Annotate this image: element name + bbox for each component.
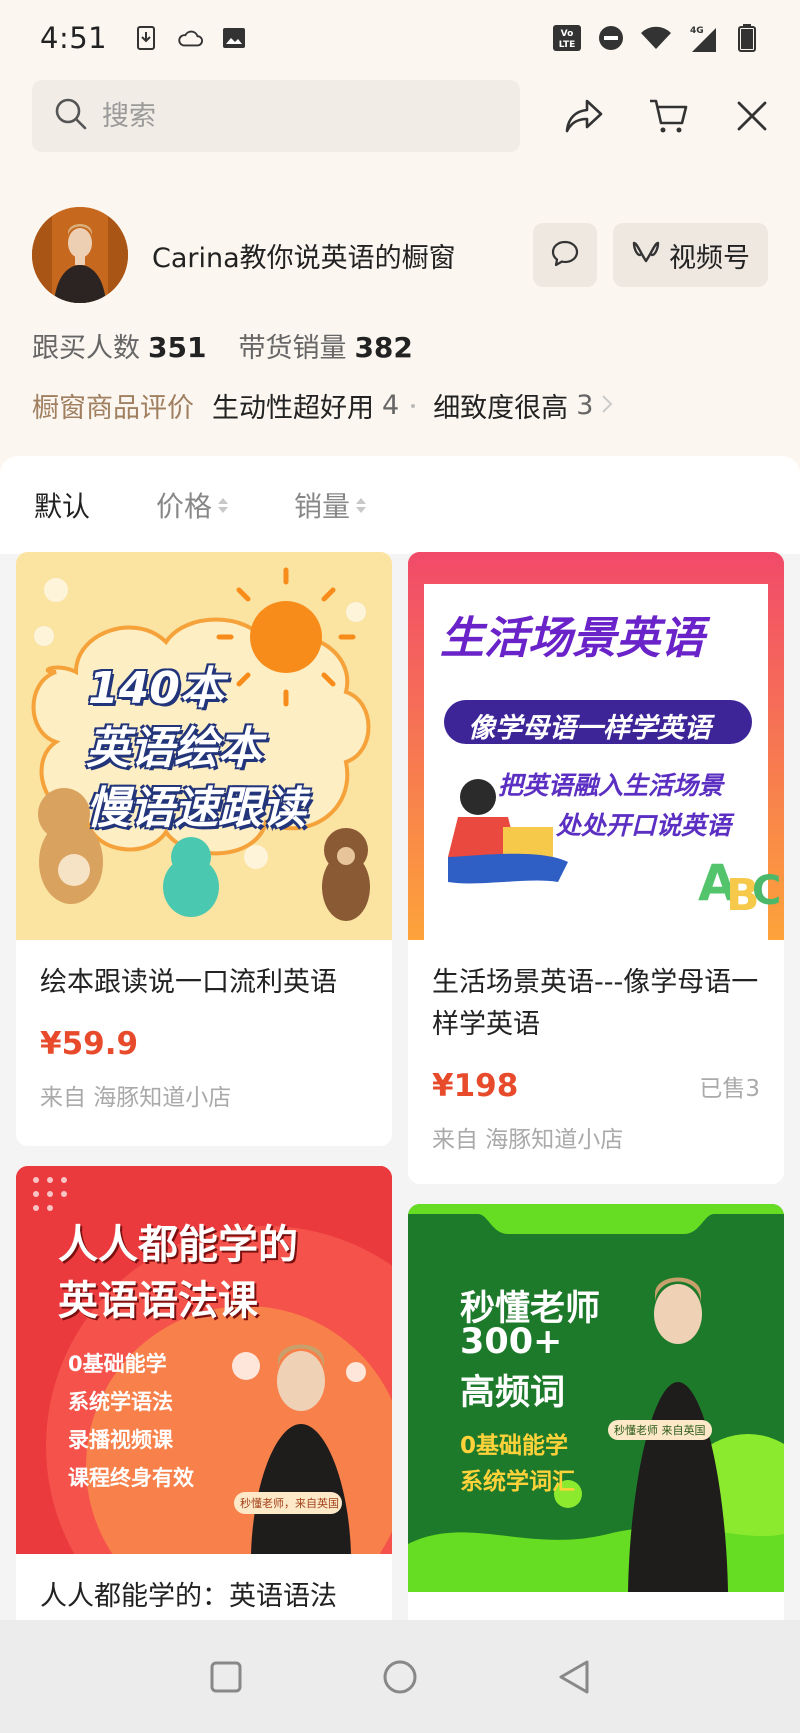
video-channel-button[interactable]: 视频号: [613, 223, 768, 287]
separator-dot: [411, 403, 416, 408]
art-bullet: 课程终身有效: [68, 1466, 194, 1490]
search-header: [32, 80, 772, 152]
chevron-right-icon: [601, 390, 613, 421]
product-title: 生活场景英语---像学母语一样学英语: [432, 967, 759, 1040]
do-not-disturb-icon: [598, 25, 624, 51]
review-tag-count: 4: [382, 390, 400, 421]
battery-icon: [734, 24, 760, 52]
search-icon: [54, 97, 88, 135]
product-card[interactable]: A B C 生活场景英语 像学母语一样学英语 把英语融入生活场景 处处开口说英语…: [408, 552, 784, 1184]
image-icon: [221, 25, 247, 51]
review-tag-label: 细致度很高: [433, 393, 569, 424]
shop-name: Carina教你说英语的橱窗: [152, 242, 456, 274]
home-circle-icon[interactable]: [380, 1657, 420, 1697]
art-bullet: 系统学语法: [68, 1390, 173, 1414]
review-tag-label: 生动性超好用: [212, 393, 374, 424]
sort-arrows-icon: [356, 497, 367, 513]
recents-square-icon[interactable]: [206, 1657, 246, 1697]
chat-bubble-icon: [550, 239, 580, 271]
art-bullet: 0基础能学: [68, 1352, 167, 1376]
sort-price-tab[interactable]: 价格: [156, 485, 229, 525]
art-sub: 把英语融入生活场景: [498, 771, 724, 800]
product-card[interactable]: 140本 英语绘本 慢语速跟读 绘本跟读说一口流利英语 ¥59.9 来自 海豚知…: [16, 552, 392, 1146]
review-tag-count: 3: [576, 390, 594, 421]
avatar[interactable]: [32, 207, 128, 303]
svg-text:4G: 4G: [690, 26, 704, 36]
art-bullet: 0基础能学: [460, 1433, 569, 1459]
art-sub: 处处开口说英语: [556, 811, 732, 840]
product-image: 人人都能学的 英语语法课 0基础能学 系统学语法 录播视频课 课程终身有效 秒懂…: [16, 1166, 392, 1554]
art-headline: 生活场景英语: [440, 613, 704, 664]
sort-default-label: 默认: [34, 490, 91, 523]
system-nav-bar: [0, 1620, 800, 1733]
sort-bar: 默认 价格 销量: [0, 456, 800, 554]
close-icon[interactable]: [732, 96, 772, 136]
back-triangle-icon[interactable]: [554, 1657, 594, 1697]
signal-4g-icon: 4G: [688, 25, 718, 52]
review-title: 橱窗商品评价: [32, 393, 194, 424]
art-bullet: 录播视频课: [68, 1428, 173, 1452]
product-sold-count: 已售3: [699, 1076, 760, 1102]
search-box[interactable]: [32, 80, 520, 152]
product-title: 人人都能学的：英语语法: [40, 1581, 337, 1612]
art-line: 高频词: [460, 1373, 566, 1413]
art-line: 人人都能学的: [58, 1222, 298, 1268]
download-notification-icon: [133, 25, 159, 51]
video-channel-icon: [631, 240, 661, 271]
art-line: 英语绘本: [86, 723, 262, 774]
product-shop: 来自 海豚知道小店: [40, 1085, 232, 1111]
message-button[interactable]: [533, 223, 597, 287]
product-price: ¥198: [432, 1068, 519, 1104]
art-tag: 秒懂老师 来自英国: [614, 1424, 706, 1437]
art-line: 英语语法课: [58, 1278, 258, 1324]
status-bar: 4:51 Vo LTE 4G: [0, 0, 800, 76]
sort-price-label: 价格: [156, 490, 213, 523]
product-image: 秒懂老师 300+ 高频词 0基础能学 系统学词汇 秒懂老师 来自英国: [408, 1204, 784, 1592]
product-title: 绘本跟读说一口流利英语: [40, 967, 337, 998]
sales-label: 带货销量: [238, 333, 347, 364]
wifi-icon: [640, 25, 672, 51]
product-panel: 默认 价格 销量 140本 英语绘本 慢语速跟读 绘本跟读说一口流利英语 ¥59…: [0, 456, 800, 1733]
sort-sales-label: 销量: [294, 490, 351, 523]
sort-default-tab[interactable]: 默认: [34, 485, 90, 525]
sales-value: 382: [354, 331, 413, 364]
art-bullet: 系统学词汇: [460, 1469, 575, 1495]
search-input[interactable]: [102, 100, 482, 132]
product-shop: 来自 海豚知道小店: [432, 1127, 624, 1153]
svg-text:Vo: Vo: [561, 29, 574, 39]
followers-label: 跟买人数: [32, 333, 140, 364]
product-price: ¥59.9: [40, 1026, 139, 1062]
art-line: 140本: [88, 663, 224, 714]
sort-sales-tab[interactable]: 销量: [294, 485, 367, 525]
art-line: 300+: [460, 1322, 563, 1362]
product-card[interactable]: 人人都能学的 英语语法课 0基础能学 系统学语法 录播视频课 课程终身有效 秒懂…: [16, 1166, 392, 1686]
volte-icon: Vo LTE: [552, 25, 582, 51]
shop-profile: Carina教你说英语的橱窗 视频号: [32, 206, 768, 304]
cart-icon[interactable]: [648, 96, 688, 136]
art-line: 慢语速跟读: [86, 783, 306, 834]
art-banner: 像学母语一样学英语: [468, 713, 711, 744]
review-summary[interactable]: 橱窗商品评价 生动性超好用 4 细致度很高 3: [32, 386, 613, 425]
product-image: 140本 英语绘本 慢语速跟读: [16, 552, 392, 940]
svg-text:LTE: LTE: [559, 40, 576, 50]
video-channel-label: 视频号: [669, 242, 750, 274]
sort-arrows-icon: [218, 497, 229, 513]
product-image: A B C 生活场景英语 像学母语一样学英语 把英语融入生活场景 处处开口说英语: [408, 552, 784, 940]
art-tag: 秒懂老师，来自英国: [240, 1497, 339, 1510]
followers-value: 351: [148, 331, 207, 364]
status-time: 4:51: [40, 21, 108, 55]
svg-text:C: C: [752, 868, 781, 914]
share-icon[interactable]: [564, 96, 604, 136]
product-card[interactable]: 秒懂老师 300+ 高频词 0基础能学 系统学词汇 秒懂老师 来自英国: [408, 1204, 784, 1684]
shop-stats: 跟买人数 351 带货销量 382: [32, 326, 413, 365]
cloud-icon: [177, 25, 204, 51]
